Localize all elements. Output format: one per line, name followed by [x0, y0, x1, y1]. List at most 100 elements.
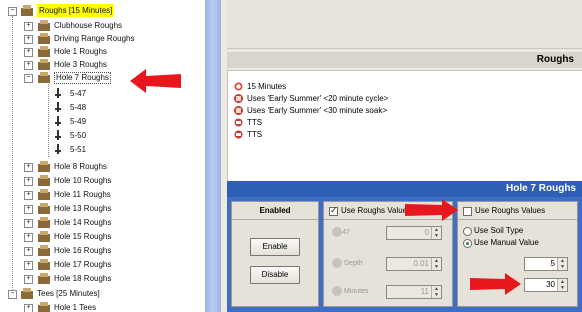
tree-node-hole[interactable]: + Hole 17 Roughs: [4, 258, 204, 271]
enable-button[interactable]: Enable: [250, 238, 300, 256]
tree-node-duration: [15 Minutes]: [68, 6, 113, 15]
expand-toggle[interactable]: +: [24, 261, 33, 270]
manual-value-field[interactable]: 30 ▲ ▼: [524, 278, 568, 292]
red-arrow-icon: [470, 273, 521, 295]
collapse-toggle[interactable]: −: [8, 290, 17, 299]
field-label: Depth: [344, 260, 363, 267]
group-icon: [38, 273, 50, 284]
tree-node-hole[interactable]: + Hole 10 Roughs: [4, 174, 204, 187]
tree-node-roughs[interactable]: − Roughs [15 Minutes]: [4, 4, 204, 17]
tree-node-duration: [25 Minutes]: [56, 289, 100, 298]
use-roughs-values-checkbox-2[interactable]: [463, 207, 472, 216]
tree-node-hole[interactable]: + Hole 1 Roughs: [4, 45, 204, 58]
tree-node-label: Driving Range Roughs: [54, 34, 135, 43]
group-icon: [21, 5, 33, 16]
program-icon: [234, 106, 243, 115]
expand-toggle[interactable]: +: [24, 304, 33, 312]
disabled-value-field: 0.01 ▲ ▼: [386, 257, 442, 271]
clock-icon: [234, 82, 243, 91]
collapse-toggle[interactable]: −: [8, 7, 17, 16]
tree-zone[interactable]: 5-50: [0, 129, 200, 142]
use-soil-type-label: Use Soil Type: [474, 226, 524, 235]
zone-label: 5-49: [70, 117, 87, 126]
disable-button[interactable]: Disable: [250, 266, 300, 284]
group-icon: [21, 288, 33, 299]
program-icon: [234, 94, 243, 103]
use-manual-value-radio[interactable]: [463, 239, 472, 248]
group-icon: [38, 33, 50, 44]
manual-value-field[interactable]: 5 ▲ ▼: [524, 257, 568, 271]
expand-toggle[interactable]: +: [24, 191, 33, 200]
sprinkler-icon: [332, 258, 342, 268]
expand-toggle[interactable]: +: [24, 247, 33, 256]
enabled-panel: Enabled Enable Disable: [231, 201, 319, 307]
tree-node-hole[interactable]: + Hole 14 Roughs: [4, 216, 204, 229]
tree-node-hole[interactable]: + Hole 13 Roughs: [4, 202, 204, 215]
tree-node-hole[interactable]: + Hole 15 Roughs: [4, 230, 204, 243]
expand-toggle[interactable]: +: [24, 275, 33, 284]
splitter[interactable]: [205, 0, 221, 312]
tree-node-label: Roughs: [39, 6, 67, 15]
tree-zone[interactable]: 5-49: [0, 115, 200, 128]
group-icon: [38, 20, 50, 31]
use-roughs-values-label: Use Roughs Values: [341, 206, 412, 215]
tree-node-label: Tees: [37, 289, 54, 298]
roughs-header: Roughs: [227, 52, 582, 68]
expand-toggle[interactable]: +: [24, 35, 33, 44]
expand-toggle[interactable]: +: [24, 48, 33, 57]
tree-node-hole[interactable]: + Hole 1 Tees: [4, 301, 204, 312]
hole-header: Hole 7 Roughs: [227, 181, 582, 197]
tree-node-hole[interactable]: + Hole 8 Roughs: [4, 160, 204, 173]
tree-node-label: Hole 18 Roughs: [54, 274, 112, 283]
zone-tree[interactable]: − Roughs [15 Minutes] + Clubhouse Roughs…: [0, 0, 205, 312]
expand-toggle[interactable]: +: [24, 205, 33, 214]
tree-node-label: Hole 17 Roughs: [54, 260, 112, 269]
info-list: 15 Minutes Uses 'Early Summer' <20 minut…: [227, 70, 582, 182]
disabled-value-field: 11 ▲ ▼: [386, 285, 442, 299]
tree-node-label: Hole 14 Roughs: [54, 218, 112, 227]
tree-node-hole[interactable]: + Hole 11 Roughs: [4, 188, 204, 201]
info-text: TTS: [247, 130, 263, 139]
tree-node-label: Hole 3 Roughs: [54, 60, 107, 69]
tree-zone[interactable]: 5-48: [0, 101, 200, 114]
group-icon: [38, 203, 50, 214]
tree-node-label: Hole 8 Roughs: [54, 162, 107, 171]
zone-icon: [55, 102, 61, 112]
expand-toggle[interactable]: +: [24, 22, 33, 31]
use-soil-type-radio[interactable]: [463, 227, 472, 236]
tree-node-hole[interactable]: + Driving Range Roughs: [4, 32, 204, 45]
group-icon: [38, 302, 50, 312]
tree-node-label: Hole 16 Roughs: [54, 246, 112, 255]
tree-node-hole[interactable]: + Clubhouse Roughs: [4, 19, 204, 32]
tree-node-hole[interactable]: + Hole 16 Roughs: [4, 244, 204, 257]
collapse-toggle[interactable]: −: [24, 74, 33, 83]
expand-toggle[interactable]: +: [24, 219, 33, 228]
expand-toggle[interactable]: +: [24, 233, 33, 242]
use-roughs-values-checkbox[interactable]: [329, 205, 338, 216]
group-icon: [38, 46, 50, 57]
group-icon: [38, 245, 50, 256]
group-icon: [38, 59, 50, 70]
zone-icon: [55, 144, 61, 154]
expand-toggle[interactable]: +: [24, 177, 33, 186]
use-roughs-values-label-2: Use Roughs Values: [475, 206, 546, 215]
group-icon: [38, 72, 50, 83]
tree-node-hole[interactable]: + Hole 18 Roughs: [4, 272, 204, 285]
zone-label: 5-51: [70, 145, 87, 154]
tree-zone[interactable]: 5-51: [0, 143, 200, 156]
group-icon: [38, 175, 50, 186]
tree-node-label: Hole 10 Roughs: [54, 176, 112, 185]
zone-icon: [55, 116, 61, 126]
tree-zone[interactable]: 5-47: [0, 87, 200, 100]
details-panel: Roughs 15 Minutes Uses 'Early Summer' <2…: [221, 0, 582, 312]
disabled-value-field: 0 ▲ ▼: [386, 226, 442, 240]
group-icon: [38, 189, 50, 200]
tree-node-label: Hole 1 Tees: [54, 303, 97, 312]
group-icon: [38, 231, 50, 242]
field-label: Minutes: [344, 288, 369, 295]
expand-toggle[interactable]: +: [24, 61, 33, 70]
info-text: Uses 'Early Summer' <20 minute cycle>: [247, 94, 389, 103]
expand-toggle[interactable]: +: [24, 163, 33, 172]
tree-node-label: Clubhouse Roughs: [54, 21, 123, 30]
tree-node-tees[interactable]: − Tees [25 Minutes]: [4, 287, 204, 300]
